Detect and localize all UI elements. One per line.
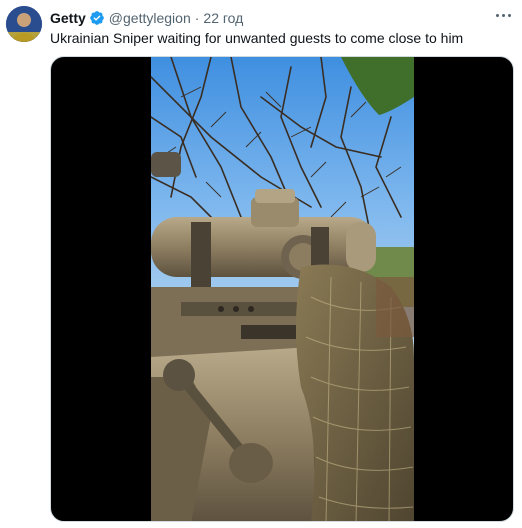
more-options-icon[interactable] — [492, 6, 514, 24]
avatar[interactable] — [6, 6, 42, 42]
verified-badge-icon — [89, 11, 104, 25]
avatar-image — [6, 6, 42, 42]
video-player[interactable] — [50, 56, 514, 522]
display-name[interactable]: Getty — [50, 10, 86, 26]
video-frame — [151, 57, 414, 521]
tweet-card[interactable]: Getty @gettylegion · 22 год Ukrainian Sn… — [0, 0, 522, 528]
tweet-text: Ukrainian Sniper waiting for unwanted gu… — [50, 30, 464, 46]
tweet-header: Getty @gettylegion · 22 год — [50, 8, 512, 28]
separator-dot: · — [194, 10, 200, 26]
user-handle[interactable]: @gettylegion — [109, 10, 191, 26]
timestamp[interactable]: 22 год — [203, 10, 243, 26]
